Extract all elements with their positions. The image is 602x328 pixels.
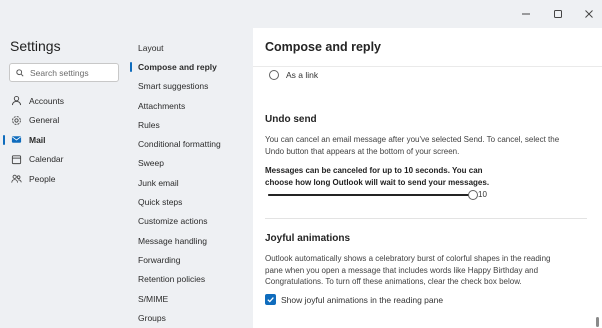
subnav-item-groups[interactable]: Groups [130,308,254,327]
search-input[interactable] [30,67,118,78]
mail-icon [10,134,22,146]
nav-item-label: Accounts [29,95,64,106]
subnav-item-forwarding[interactable]: Forwarding [130,250,254,269]
nav-item-people[interactable]: People [0,169,128,189]
gear-icon [10,114,22,126]
page-title: Compose and reply [265,40,381,54]
joyful-animations-checkbox[interactable] [265,294,276,305]
slider-thumb[interactable] [468,190,478,200]
settings-title: Settings [10,38,61,54]
subnav-item-compose-and-reply[interactable]: Compose and reply [130,57,254,76]
joyful-description-line: Outlook automatically shows a celebrator… [265,254,551,263]
joyful-animations-option[interactable]: Show joyful animations in the reading pa… [265,294,443,305]
as-a-link-radio[interactable] [269,70,279,80]
scrollbar-thumb[interactable] [596,317,599,327]
undo-send-limit-text: Messages can be canceled for up to 10 se… [265,165,583,188]
slider-fill [268,194,473,196]
checkbox-label: Show joyful animations in the reading pa… [281,294,444,305]
joyful-description-line: pane when you open a message that includ… [265,265,539,275]
radio-label: As a link [286,70,319,80]
active-indicator [130,62,132,73]
nav-item-label: Calendar [29,154,64,165]
as-a-link-option[interactable]: As a link [269,70,318,80]
search-icon [16,68,24,77]
subnav-item-layout[interactable]: Layout [130,38,254,57]
subnav-item-label: Compose and reply [138,61,217,72]
active-indicator [3,135,5,145]
minimize-icon[interactable] [512,4,540,24]
subnav-item-attachments[interactable]: Attachments [130,96,254,115]
joyful-description-line: Congratulations. To turn off these anima… [265,277,522,286]
subnav-item-quick-steps[interactable]: Quick steps [130,192,254,211]
undo-send-limit-line: Messages can be canceled for up to 10 se… [265,166,483,175]
undo-send-limit-line: choose how long Outlook will wait to sen… [265,177,490,187]
settings-content-pane: Compose and reply As a link Undo send Yo… [253,28,602,328]
nav-item-label: People [29,173,56,184]
subnav-item-retention-policies[interactable]: Retention policies [130,270,254,289]
nav-item-label: Mail [29,134,46,145]
subnav-item-message-handling[interactable]: Message handling [130,231,254,250]
settings-nav: Accounts General Mail Calendar People [0,91,128,189]
mail-subnav: Layout Compose and reply Smart suggestio… [130,38,254,327]
title-bar [0,0,602,28]
calendar-icon [10,153,22,165]
joyful-animations-title: Joyful animations [265,233,351,244]
nav-item-label: General [29,115,60,126]
nav-item-accounts[interactable]: Accounts [0,91,128,111]
maximize-icon[interactable] [544,4,572,24]
slider-value: 10 [478,190,487,199]
undo-send-description: You can cancel an email message after yo… [265,134,583,157]
nav-item-calendar[interactable]: Calendar [0,150,128,170]
nav-item-general[interactable]: General [0,111,128,131]
subnav-item-rules[interactable]: Rules [130,115,254,134]
nav-item-mail[interactable]: Mail [0,130,128,150]
section-divider [265,218,587,219]
close-icon[interactable] [575,4,602,24]
person-icon [10,95,22,107]
content-scrollbar[interactable] [593,28,602,328]
joyful-animations-description: Outlook automatically shows a celebrator… [265,253,583,288]
subnav-item-smart-suggestions[interactable]: Smart suggestions [130,77,254,96]
subnav-item-sweep[interactable]: Sweep [130,154,254,173]
undo-send-title: Undo send [265,114,317,125]
search-box[interactable] [9,63,119,82]
subnav-item-smime[interactable]: S/MIME [130,289,254,308]
undo-send-description-line: You can cancel an email message after yo… [265,135,560,144]
undo-send-description-line: Undo button that appears at the bottom o… [265,146,460,156]
subnav-item-junk-email[interactable]: Junk email [130,173,254,192]
checkmark-icon [267,297,274,303]
undo-send-slider[interactable] [268,190,478,200]
subnav-item-customize-actions[interactable]: Customize actions [130,212,254,231]
header-divider [253,66,602,67]
subnav-item-conditional-formatting[interactable]: Conditional formatting [130,134,254,153]
people-icon [10,173,22,185]
